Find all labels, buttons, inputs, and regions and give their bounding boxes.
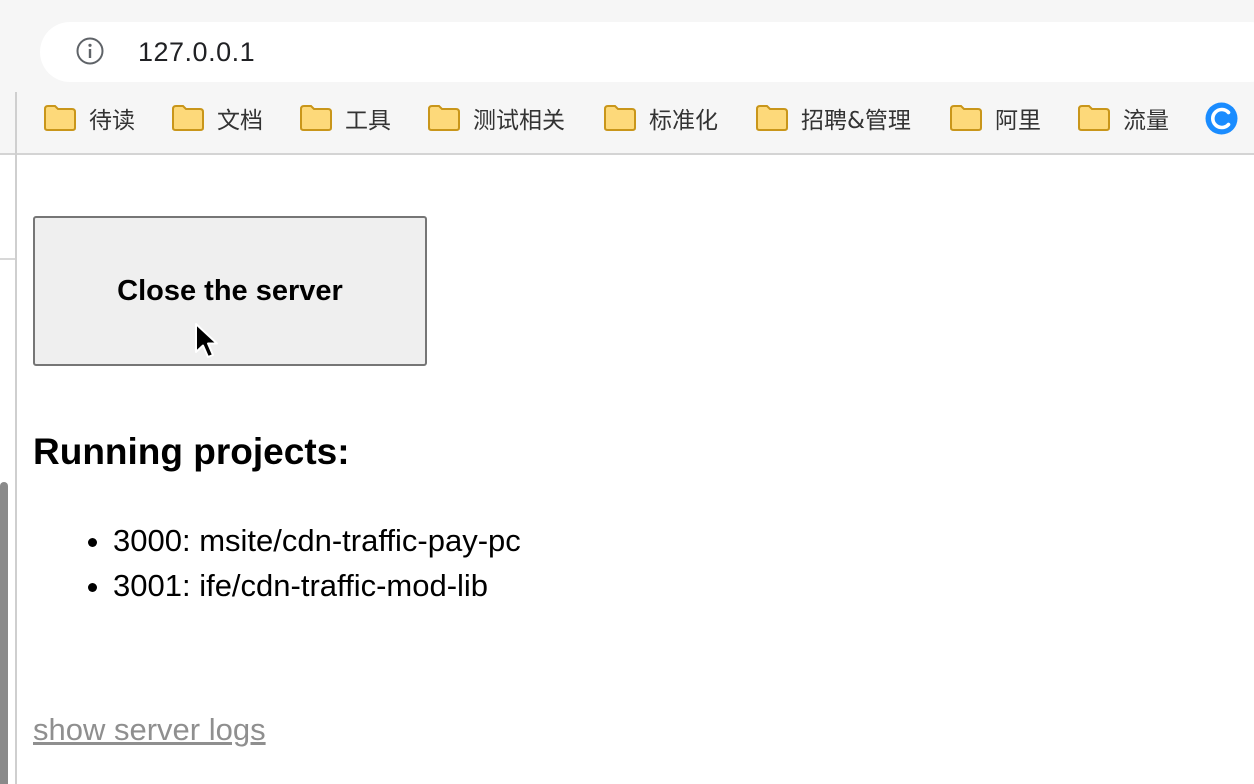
list-item: 3000: msite/cdn-traffic-pay-pc [113, 518, 521, 563]
projects-list: 3000: msite/cdn-traffic-pay-pc 3001: ife… [33, 518, 521, 608]
window-left-border [15, 92, 17, 784]
running-projects-heading: Running projects: [33, 431, 350, 472]
bookmark-folder-zhaopin[interactable]: 招聘&管理 [755, 100, 911, 136]
url-text[interactable]: 127.0.0.1 [138, 35, 255, 69]
bookmark-folder-wendang[interactable]: 文档 [171, 100, 263, 136]
bookmark-folder-ceshi[interactable]: 测试相关 [427, 100, 565, 136]
bookmark-label: 招聘&管理 [801, 108, 911, 134]
bookmark-label: 工具 [345, 108, 391, 134]
bookmark-label: 待读 [89, 108, 135, 134]
list-item: 3001: ife/cdn-traffic-mod-lib [113, 563, 521, 608]
scrollbar-thumb[interactable] [0, 482, 8, 784]
bookmark-folder-biaozhunhua[interactable]: 标准化 [603, 100, 718, 136]
folder-icon [44, 105, 76, 131]
bookmark-label: 测试相关 [473, 108, 565, 134]
close-server-button[interactable]: Close the server [33, 216, 427, 366]
folder-icon [428, 105, 460, 131]
bookmark-c-logo[interactable] [1205, 100, 1238, 136]
bookmark-label: 文档 [217, 108, 263, 134]
bookmark-label: 流量 [1123, 108, 1169, 134]
folder-icon [604, 105, 636, 131]
bookmark-folder-liuliang[interactable]: 流量 [1077, 100, 1169, 136]
folder-icon [950, 105, 982, 131]
info-icon[interactable] [76, 37, 104, 65]
bookmark-folder-gongju[interactable]: 工具 [299, 100, 391, 136]
bookmark-label: 阿里 [995, 108, 1041, 134]
bookmark-folder-ali[interactable]: 阿里 [949, 100, 1041, 136]
bookmarks-bar: 待读 文档 工具 测试相关 标准化 招聘&管理 阿里 流量 [16, 92, 1254, 144]
bookmark-label: 标准化 [649, 108, 718, 134]
folder-icon [172, 105, 204, 131]
browser-chrome: 127.0.0.1 待读 文档 工具 测试相关 标准化 招聘&管理 阿里 流量 [0, 0, 1254, 155]
folder-icon [1078, 105, 1110, 131]
folder-icon [756, 105, 788, 131]
window-left-divider [0, 258, 15, 260]
folder-icon [300, 105, 332, 131]
c-logo-icon [1205, 102, 1238, 134]
show-server-logs-link[interactable]: show server logs [33, 710, 266, 750]
bookmark-folder-daidu[interactable]: 待读 [43, 100, 135, 136]
